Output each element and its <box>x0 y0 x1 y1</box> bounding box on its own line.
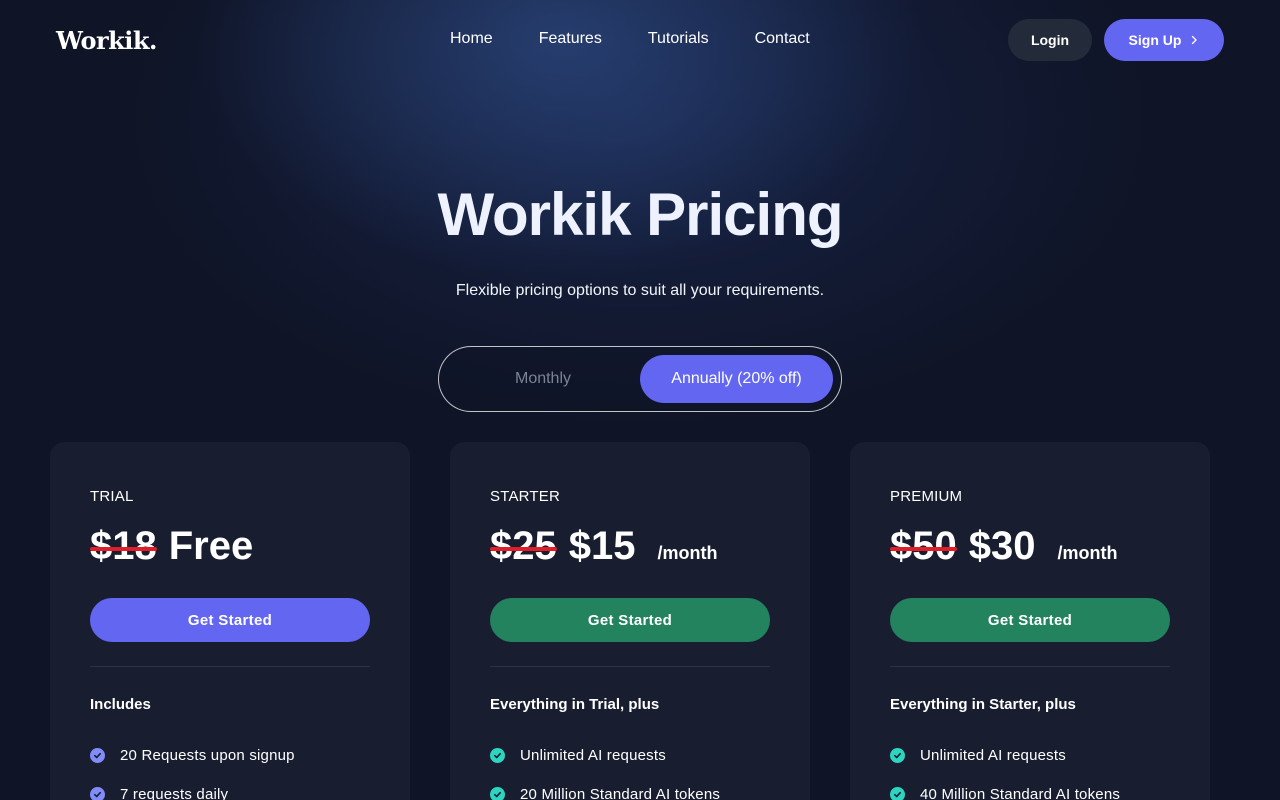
feature-text: 20 Million Standard AI tokens <box>520 785 721 800</box>
feature-item: 7 requests daily <box>90 784 295 800</box>
price-row: $50 $30 /month <box>890 524 1118 569</box>
toggle-monthly[interactable]: Monthly <box>447 355 639 403</box>
check-circle-icon <box>90 747 105 763</box>
feature-item: 20 Requests upon signup <box>90 745 295 765</box>
new-price: Free <box>168 524 254 568</box>
old-price: $18 <box>90 524 157 568</box>
feature-list: Unlimited AI requests 20 Million Standar… <box>490 745 720 800</box>
divider <box>890 666 1170 667</box>
signup-button[interactable]: Sign Up <box>1104 19 1224 61</box>
login-button[interactable]: Login <box>1008 19 1092 61</box>
feature-list: Unlimited AI requests 40 Million Standar… <box>890 745 1120 800</box>
feature-text: 40 Million Standard AI tokens <box>920 785 1121 800</box>
login-label: Login <box>1030 32 1070 48</box>
includes-heading: Everything in Starter, plus <box>890 696 1076 713</box>
signup-label: Sign Up <box>1128 32 1182 48</box>
get-started-button[interactable]: Get Started <box>90 598 370 642</box>
feature-item: Unlimited AI requests <box>890 745 1120 765</box>
includes-heading: Includes <box>90 696 151 713</box>
price-period: /month <box>657 543 718 563</box>
plan-tier: TRIAL <box>90 488 134 505</box>
page-subtitle: Flexible pricing options to suit all you… <box>455 282 825 299</box>
toggle-annually[interactable]: Annually (20% off) <box>640 355 833 403</box>
nav-link-features[interactable]: Features <box>539 30 602 48</box>
pricing-page: Workik. Home Features Tutorials Contact … <box>0 0 1280 800</box>
billing-toggle: Monthly Annually (20% off) <box>438 346 842 412</box>
includes-heading: Everything in Trial, plus <box>490 696 660 713</box>
feature-text: 7 requests daily <box>120 785 229 800</box>
plan-tier: PREMIUM <box>890 488 963 505</box>
plan-card-trial: TRIAL $18 Free Get Started Includes 20 R… <box>50 442 410 800</box>
check-circle-icon <box>490 747 505 763</box>
feature-item: Unlimited AI requests <box>490 745 720 765</box>
new-price: $15 <box>568 524 636 568</box>
old-price: $50 <box>890 524 957 568</box>
nav-link-contact[interactable]: Contact <box>755 30 810 48</box>
page-title: Workik Pricing <box>437 181 843 248</box>
plan-tier: STARTER <box>490 488 561 505</box>
get-started-button[interactable]: Get Started <box>890 598 1170 642</box>
check-circle-icon <box>890 786 905 800</box>
price-row: $18 Free <box>90 524 253 569</box>
feature-list: 20 Requests upon signup 7 requests daily <box>90 745 295 800</box>
feature-text: 20 Requests upon signup <box>120 746 295 764</box>
feature-item: 40 Million Standard AI tokens <box>890 784 1120 800</box>
feature-item: 20 Million Standard AI tokens <box>490 784 720 800</box>
price-period: /month <box>1057 543 1118 563</box>
plan-card-starter: STARTER $25 $15 /month Get Started Every… <box>450 442 810 800</box>
nav-link-tutorials[interactable]: Tutorials <box>648 30 709 48</box>
top-navigation: Workik. Home Features Tutorials Contact … <box>0 0 1280 80</box>
old-price: $25 <box>490 524 557 568</box>
check-circle-icon <box>490 786 505 800</box>
nav-link-home[interactable]: Home <box>450 30 493 48</box>
price-row: $25 $15 /month <box>490 524 718 569</box>
divider <box>90 666 370 667</box>
new-price: $30 <box>968 524 1036 568</box>
divider <box>490 666 770 667</box>
nav-links: Home Features Tutorials Contact <box>450 30 856 48</box>
chevron-right-icon <box>1192 35 1198 45</box>
feature-text: Unlimited AI requests <box>520 746 666 764</box>
plan-card-premium: PREMIUM $50 $30 /month Get Started Every… <box>850 442 1210 800</box>
check-circle-icon <box>90 786 105 800</box>
check-circle-icon <box>890 747 905 763</box>
feature-text: Unlimited AI requests <box>920 746 1066 764</box>
get-started-button[interactable]: Get Started <box>490 598 770 642</box>
logo[interactable]: Workik. <box>56 26 157 55</box>
